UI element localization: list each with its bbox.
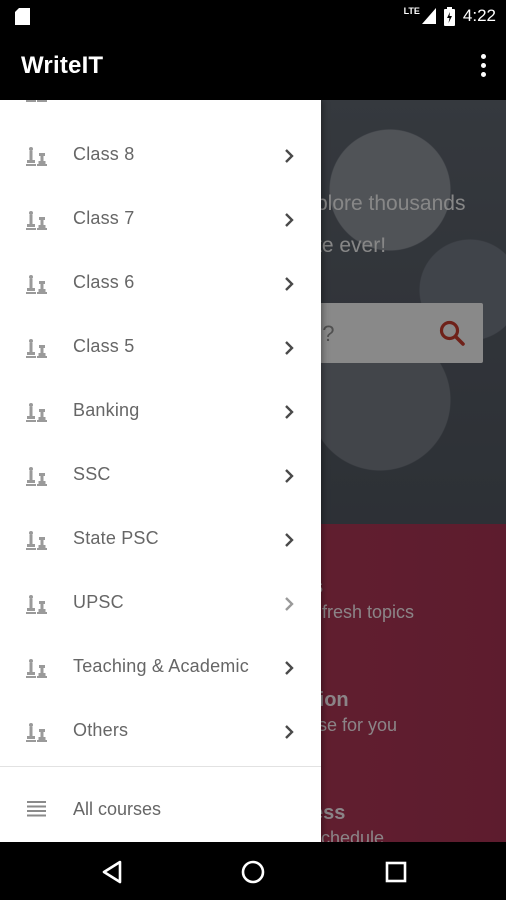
drawer-item-label: Class 8 bbox=[73, 144, 135, 164]
chevron-right-icon bbox=[285, 533, 294, 547]
drawer-divider bbox=[0, 766, 321, 767]
system-navigation-bar bbox=[0, 842, 506, 900]
chess-pieces-icon bbox=[26, 100, 47, 102]
chess-pieces-icon bbox=[26, 723, 47, 742]
chess-pieces-icon bbox=[26, 339, 47, 358]
drawer-item-class-7[interactable]: Class 7 bbox=[0, 188, 321, 252]
network-type-label: LTE bbox=[403, 5, 420, 16]
drawer-item-upsc[interactable]: UPSC bbox=[0, 572, 321, 636]
content-area: plore thousands te ever! n? s f fresh to… bbox=[0, 100, 506, 842]
chess-pieces-icon bbox=[26, 467, 47, 486]
chess-pieces-icon bbox=[26, 275, 47, 294]
drawer-item-partial[interactable] bbox=[0, 100, 321, 124]
navigation-drawer: Class 8 Class 7 Class 6 Class 5 Banking SSC St… bbox=[0, 100, 321, 842]
battery-icon bbox=[443, 6, 455, 26]
more-options-icon[interactable] bbox=[478, 54, 488, 80]
drawer-item-class-8[interactable]: Class 8 bbox=[0, 124, 321, 188]
chevron-right-icon bbox=[285, 213, 294, 227]
app-title: WriteIT bbox=[21, 52, 104, 79]
drawer-item-label: Banking bbox=[73, 400, 140, 420]
chess-pieces-icon bbox=[26, 531, 47, 550]
chevron-right-icon bbox=[285, 277, 294, 291]
chess-pieces-icon bbox=[26, 595, 47, 614]
clock: 4:22 bbox=[462, 6, 496, 25]
chevron-right-icon bbox=[285, 661, 294, 675]
chevron-right-icon bbox=[285, 341, 294, 355]
drawer-item-class-6[interactable]: Class 6 bbox=[0, 252, 321, 316]
drawer-item-label: Class 5 bbox=[73, 336, 135, 356]
signal-icon bbox=[421, 8, 436, 24]
chess-pieces-icon bbox=[26, 147, 47, 166]
chevron-right-icon bbox=[285, 405, 294, 419]
back-icon[interactable] bbox=[99, 859, 125, 885]
drawer-item-state-psc[interactable]: State PSC bbox=[0, 508, 321, 572]
status-bar: LTE 4:22 bbox=[0, 0, 506, 32]
all-courses-label: All courses bbox=[73, 799, 162, 819]
drawer-item-others[interactable]: Others bbox=[0, 700, 321, 764]
chess-pieces-icon bbox=[26, 403, 47, 422]
home-icon[interactable] bbox=[240, 859, 266, 885]
drawer-item-ssc[interactable]: SSC bbox=[0, 444, 321, 508]
drawer-item-label: Class 7 bbox=[73, 208, 135, 228]
chess-pieces-icon bbox=[26, 659, 47, 678]
drawer-item-label: Class 6 bbox=[73, 272, 135, 292]
sd-card-icon bbox=[15, 8, 30, 25]
drawer-item-label: Teaching & Academic bbox=[73, 656, 249, 676]
chevron-right-icon bbox=[285, 725, 294, 739]
drawer-item-banking[interactable]: Banking bbox=[0, 380, 321, 444]
drawer-item-label: SSC bbox=[73, 464, 111, 484]
recents-icon[interactable] bbox=[383, 859, 409, 885]
drawer-item-class-5[interactable]: Class 5 bbox=[0, 316, 321, 380]
drawer-item-all-courses[interactable]: All courses bbox=[0, 776, 321, 840]
chevron-right-icon bbox=[285, 597, 294, 611]
drawer-item-label: State PSC bbox=[73, 528, 159, 548]
chess-pieces-icon bbox=[26, 211, 47, 230]
drawer-item-label: UPSC bbox=[73, 592, 124, 612]
list-icon bbox=[27, 801, 46, 817]
app-bar: WriteIT bbox=[0, 32, 506, 100]
chevron-right-icon bbox=[285, 149, 294, 163]
status-icons: LTE 4:22 bbox=[404, 4, 496, 28]
chevron-right-icon bbox=[285, 469, 294, 483]
drawer-item-label: Others bbox=[73, 720, 129, 740]
drawer-item-teaching-and-academic[interactable]: Teaching & Academic bbox=[0, 636, 321, 700]
